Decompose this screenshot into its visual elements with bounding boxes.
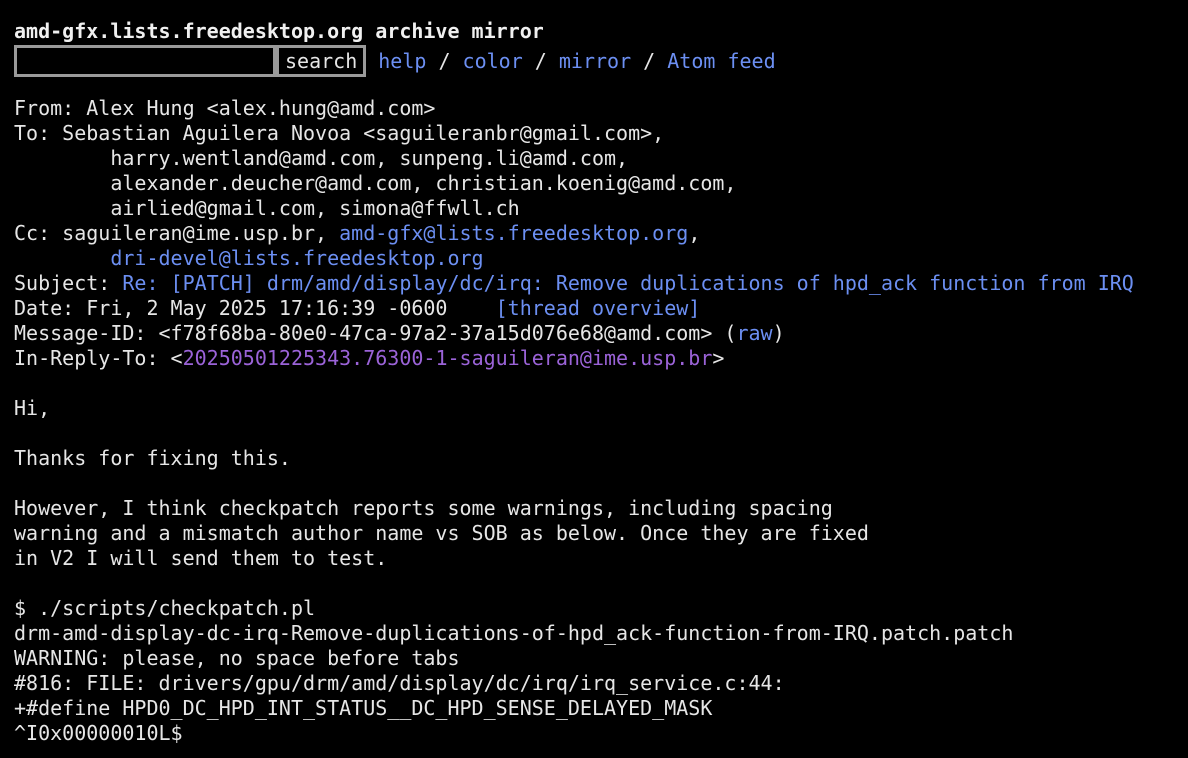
subject-link[interactable]: Re: [PATCH] drm/amd/display/dc/irq: Remo… — [122, 271, 1133, 295]
body-line: $ ./scripts/checkpatch.pl — [14, 596, 316, 620]
body-line: +#define HPD0_DC_HPD_INT_STATUS__DC_HPD_… — [14, 696, 713, 720]
from-header: From: Alex Hung <alex.hung@amd.com> — [14, 96, 436, 120]
cc-amd-gfx-link[interactable]: amd-gfx@lists.freedesktop.org — [339, 221, 688, 245]
body-line: ^I0x00000010L$ — [14, 721, 183, 745]
body-line: warning and a mismatch author name vs SO… — [14, 521, 869, 545]
message-id-text: Message-ID: <f78f68ba-80e0-47ca-97a2-37a… — [14, 321, 737, 345]
nav-separator: / — [522, 48, 559, 73]
cc-indent — [14, 246, 110, 270]
archive-page: amd-gfx.lists.freedesktop.org archive mi… — [14, 19, 1184, 746]
color-link[interactable]: color — [463, 49, 523, 73]
body-line: #816: FILE: drivers/gpu/drm/amd/display/… — [14, 671, 785, 695]
date-text: Date: Fri, 2 May 2025 17:16:39 -0600 — [14, 296, 496, 320]
search-form: search help / color / mirror / Atom feed — [14, 45, 1184, 77]
body-line: drm-amd-display-dc-irq-Remove-duplicatio… — [14, 621, 1014, 645]
cc-header-line: dri-devel@lists.freedesktop.org — [14, 246, 1184, 271]
cc-header: Cc: saguileran@ime.usp.br, amd-gfx@lists… — [14, 221, 1184, 246]
to-header-line: alexander.deucher@amd.com, christian.koe… — [14, 171, 737, 195]
thread-overview-link[interactable]: [thread overview] — [496, 296, 701, 320]
nav-separator: / — [631, 48, 668, 73]
body-line: Thanks for fixing this. — [14, 446, 291, 470]
message-id-close: ) — [772, 321, 785, 345]
search-button[interactable]: search — [276, 45, 367, 77]
in-reply-to-prefix: In-Reply-To: < — [14, 346, 183, 370]
to-header-line: harry.wentland@amd.com, sunpeng.li@amd.c… — [14, 146, 629, 170]
nav-links: help / color / mirror / Atom feed — [378, 49, 775, 74]
body-line: However, I think checkpatch reports some… — [14, 496, 833, 520]
search-input[interactable] — [14, 45, 276, 77]
message-headers: From: Alex Hung <alex.hung@amd.com> To: … — [14, 96, 1184, 371]
message-body: Hi, Thanks for fixing this. However, I t… — [14, 396, 1184, 746]
subject-prefix: Subject: — [14, 271, 123, 295]
to-header-line: To: Sebastian Aguilera Novoa <saguileran… — [14, 121, 665, 145]
site-title: amd-gfx.lists.freedesktop.org archive mi… — [14, 19, 544, 43]
in-reply-to-link[interactable]: 20250501225343.76300-1-saguileran@ime.us… — [183, 346, 713, 370]
help-link[interactable]: help — [378, 49, 426, 73]
mirror-link[interactable]: mirror — [559, 49, 631, 73]
body-line: Hi, — [14, 396, 51, 420]
cc-suffix: , — [688, 221, 701, 245]
body-line: in V2 I will send them to test. — [14, 546, 388, 570]
date-header: Date: Fri, 2 May 2025 17:16:39 -0600 [th… — [14, 296, 1184, 321]
in-reply-to-header: In-Reply-To: <20250501225343.76300-1-sag… — [14, 346, 1184, 371]
body-line: WARNING: please, no space before tabs — [14, 646, 460, 670]
in-reply-to-close: > — [712, 346, 725, 370]
raw-link[interactable]: raw — [736, 321, 772, 345]
message-id-header: Message-ID: <f78f68ba-80e0-47ca-97a2-37a… — [14, 321, 1184, 346]
atom-feed-link[interactable]: Atom feed — [667, 49, 775, 73]
cc-dri-devel-link[interactable]: dri-devel@lists.freedesktop.org — [110, 246, 483, 270]
subject-header: Subject: Re: [PATCH] drm/amd/display/dc/… — [14, 271, 1184, 296]
cc-prefix: Cc: saguileran@ime.usp.br, — [14, 221, 340, 245]
to-header-line: airlied@gmail.com, simona@ffwll.ch — [14, 196, 520, 220]
nav-separator: / — [426, 48, 463, 73]
